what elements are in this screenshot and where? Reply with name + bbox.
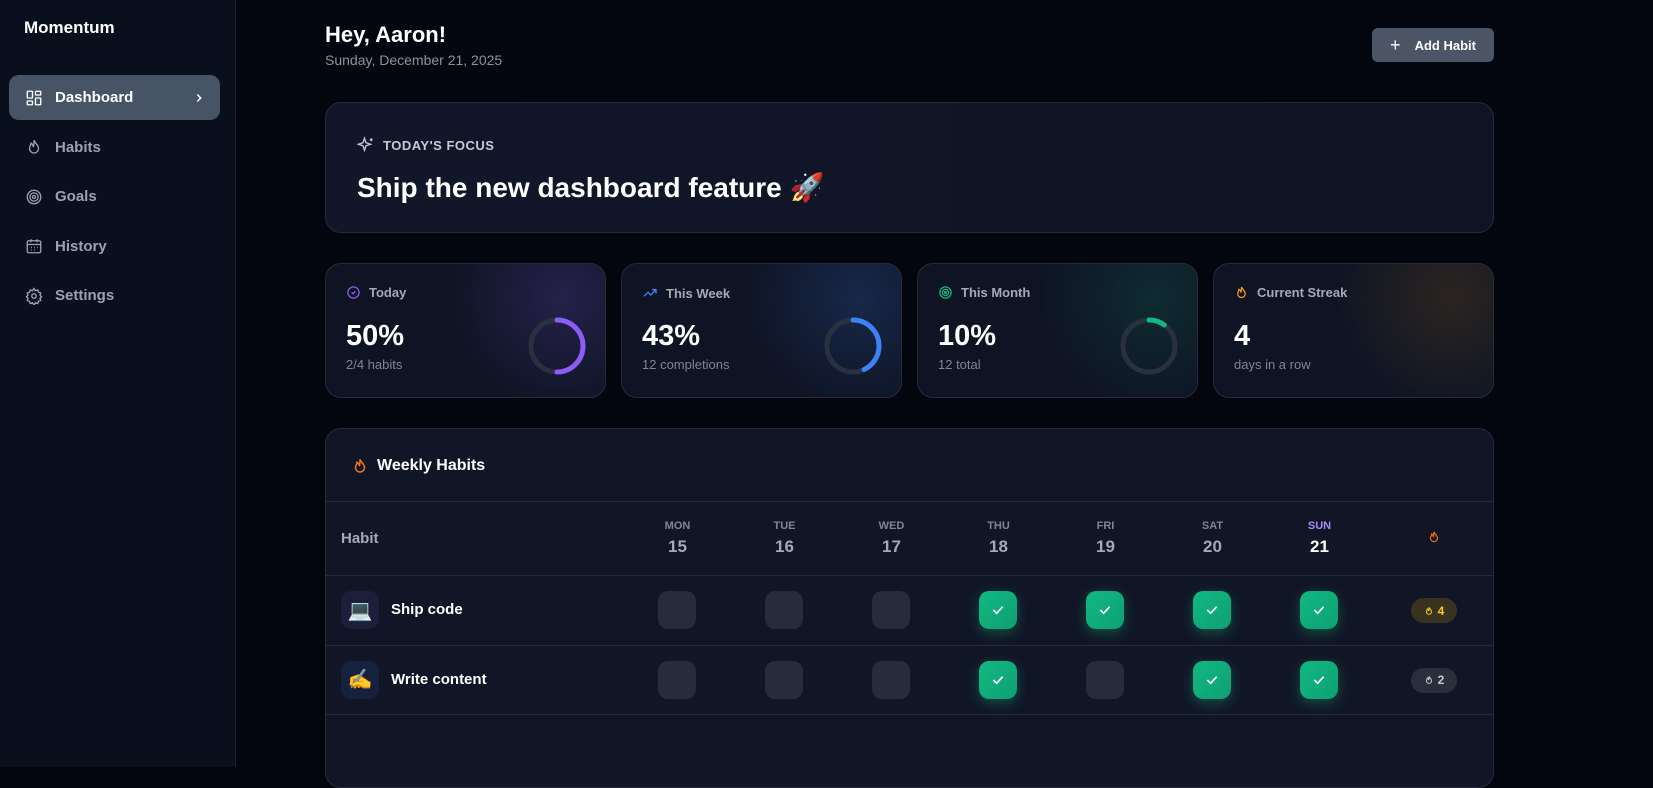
habit-check-cell[interactable] bbox=[872, 660, 910, 699]
check-icon bbox=[1099, 606, 1111, 615]
check-icon bbox=[1206, 675, 1218, 685]
habit-check-cell[interactable] bbox=[1300, 660, 1338, 699]
progress-ring bbox=[528, 317, 586, 375]
day-header-wed: WED 17 bbox=[878, 520, 905, 556]
table-row: ✍️ Write content 2 bbox=[326, 644, 1493, 715]
target-icon bbox=[939, 286, 952, 299]
sidebar: Momentum Dashboard Habits Goals History Sett… bbox=[0, 0, 236, 767]
day-header-sat: SAT 20 bbox=[1201, 520, 1224, 556]
habit-check-cell[interactable] bbox=[658, 660, 696, 699]
sidebar-item-label: Habits bbox=[55, 138, 101, 156]
focus-title: Ship the new dashboard feature 🚀 bbox=[357, 172, 825, 203]
stat-subtext: 2/4 habits bbox=[346, 357, 403, 372]
streak-badge: 4 bbox=[1411, 598, 1457, 623]
day-header-fri: FRI 19 bbox=[1096, 520, 1115, 556]
sidebar-item-history[interactable]: History bbox=[9, 224, 220, 269]
check-icon bbox=[1313, 606, 1325, 615]
sidebar-item-label: Settings bbox=[55, 287, 115, 304]
flame-icon bbox=[25, 138, 55, 156]
calendar-icon bbox=[25, 237, 55, 255]
habit-check-cell[interactable] bbox=[1193, 591, 1231, 629]
stat-value: 4 bbox=[1234, 320, 1251, 352]
habit-name[interactable]: Ship code bbox=[391, 601, 463, 618]
check-icon bbox=[1206, 606, 1218, 615]
stat-card-this-week: This Week 43% 12 completions bbox=[621, 263, 902, 398]
stat-subtext: 12 total bbox=[938, 357, 981, 372]
habit-check-cell[interactable] bbox=[1300, 591, 1338, 629]
sidebar-nav: Dashboard Habits Goals History Settings bbox=[9, 75, 220, 323]
habit-column-header: Habit bbox=[341, 530, 379, 547]
stat-value: 43% bbox=[642, 320, 701, 352]
table-header: Habit MON 15 TUE 16 WED 17 THU 18 FRI 19 SAT 20 SUN 2… bbox=[326, 501, 1493, 575]
sidebar-item-label: Goals bbox=[55, 188, 97, 205]
target-icon bbox=[25, 188, 55, 206]
grid-icon bbox=[25, 89, 55, 107]
habit-check-cell[interactable] bbox=[979, 591, 1017, 629]
table-row: 💻 Ship code 4 bbox=[326, 575, 1493, 645]
app-logo: Momentum bbox=[24, 18, 115, 37]
habit-emoji-icon: 💻 bbox=[341, 591, 379, 629]
gear-icon bbox=[25, 286, 55, 305]
stat-subtext: 12 completions bbox=[642, 357, 730, 372]
habit-check-cell[interactable] bbox=[1193, 660, 1231, 699]
day-header-sun: SUN 21 bbox=[1307, 520, 1332, 556]
habit-check-cell[interactable] bbox=[872, 591, 910, 629]
flame-icon bbox=[1425, 606, 1432, 615]
page-title: Hey, Aaron! bbox=[325, 22, 447, 47]
trending-up-icon bbox=[643, 289, 657, 297]
flame-icon bbox=[1237, 286, 1246, 299]
habit-check-cell[interactable] bbox=[979, 660, 1017, 699]
stat-card-this-month: This Month 10% 12 total bbox=[917, 263, 1198, 398]
habit-name[interactable]: Write content bbox=[391, 671, 487, 688]
check-icon bbox=[992, 675, 1004, 685]
sidebar-item-label: Dashboard bbox=[55, 89, 134, 106]
check-circle-icon bbox=[347, 286, 360, 299]
progress-ring bbox=[1120, 317, 1178, 375]
todays-focus-card: TODAY'S FOCUS Ship the new dashboard fea… bbox=[325, 102, 1494, 233]
day-header-tue: TUE 16 bbox=[773, 520, 796, 556]
sidebar-item-goals[interactable]: Goals bbox=[9, 174, 220, 219]
habit-emoji-icon: ✍️ bbox=[341, 660, 379, 699]
habit-check-cell[interactable] bbox=[1086, 591, 1124, 629]
flame-icon bbox=[1425, 676, 1432, 684]
current-date: Sunday, December 21, 2025 bbox=[325, 52, 503, 68]
add-habit-button[interactable]: + Add Habit bbox=[1372, 28, 1494, 62]
stat-subtext: days in a row bbox=[1234, 357, 1311, 372]
progress-ring bbox=[824, 317, 882, 375]
sparkles-icon bbox=[357, 136, 373, 153]
chevron-right-icon bbox=[196, 93, 202, 102]
sidebar-item-settings[interactable]: Settings bbox=[9, 273, 220, 318]
sidebar-item-dashboard[interactable]: Dashboard bbox=[9, 75, 220, 120]
day-header-thu: THU 18 bbox=[987, 520, 1010, 556]
habit-check-cell[interactable] bbox=[765, 591, 803, 629]
habit-check-cell[interactable] bbox=[765, 660, 803, 699]
check-icon bbox=[1313, 675, 1325, 685]
row-divider bbox=[326, 714, 1493, 715]
plus-icon: + bbox=[1390, 34, 1401, 55]
flame-icon bbox=[354, 458, 366, 473]
check-icon bbox=[992, 606, 1004, 615]
sidebar-item-label: History bbox=[55, 237, 107, 255]
weekly-habits-card: Weekly Habits Habit MON 15 TUE 16 WED 17 THU 18… bbox=[325, 428, 1494, 788]
streak-flame-icon bbox=[1429, 531, 1439, 543]
stat-card-current-streak: Current Streak 4 days in a row bbox=[1213, 263, 1494, 398]
habit-check-cell[interactable] bbox=[658, 591, 696, 629]
day-header-mon: MON 15 bbox=[664, 520, 691, 556]
stat-card-today: Today 50% 2/4 habits bbox=[325, 263, 606, 398]
stat-value: 50% bbox=[346, 320, 405, 352]
stat-value: 10% bbox=[938, 320, 997, 352]
streak-badge: 2 bbox=[1411, 667, 1457, 693]
sidebar-item-habits[interactable]: Habits bbox=[9, 125, 220, 170]
habit-check-cell[interactable] bbox=[1086, 660, 1124, 699]
